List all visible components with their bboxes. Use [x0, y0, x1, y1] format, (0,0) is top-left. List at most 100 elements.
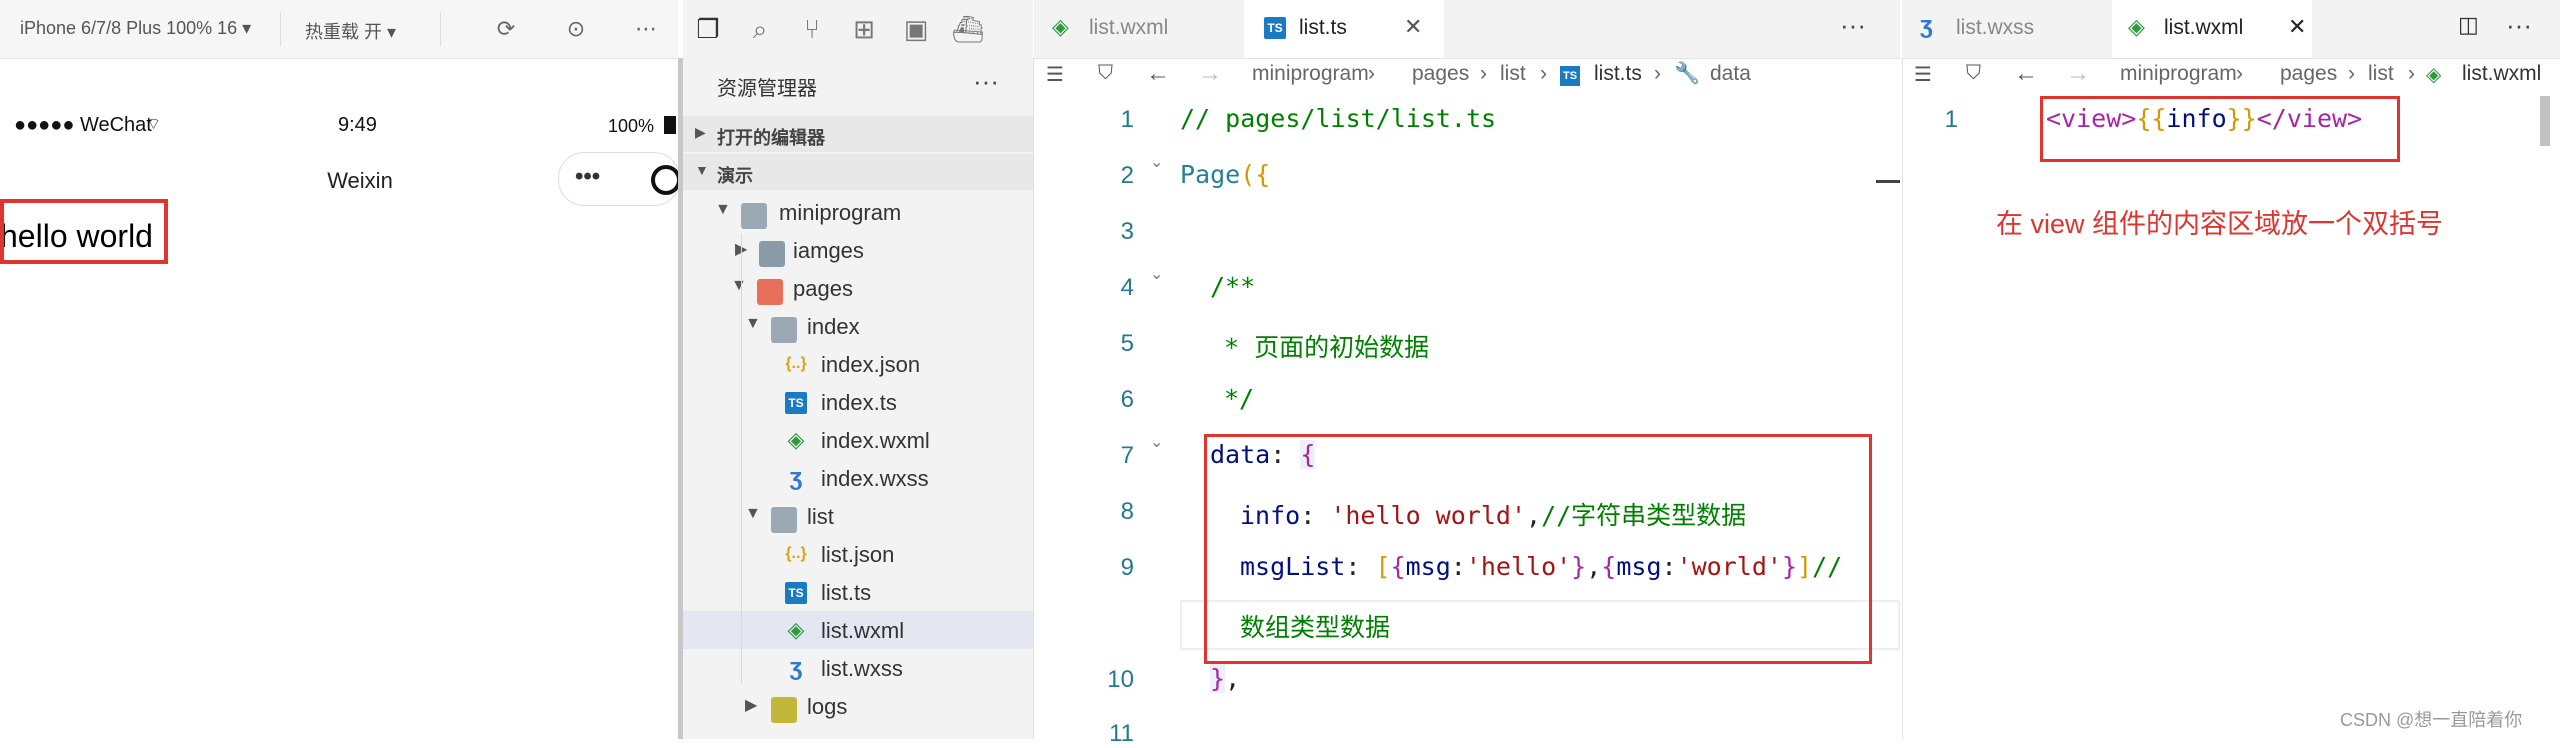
more-icon[interactable]: ⋯	[632, 15, 660, 43]
stop-icon[interactable]: ⊙	[562, 15, 590, 43]
panel-icon[interactable]: ▣	[899, 12, 933, 46]
breadcrumb-item[interactable]: list.wxml	[2462, 62, 2541, 86]
breadcrumb-separator: ›	[1540, 62, 1547, 85]
tree-file-list-json[interactable]: {..} list.json	[683, 535, 1033, 573]
explorer-more-button[interactable]: ···	[973, 66, 999, 97]
search-icon[interactable]: ⌕	[743, 12, 777, 46]
project-label: 演示	[717, 166, 753, 186]
tree-file-index-wxml[interactable]: ◈ index.wxml	[683, 421, 1033, 459]
editor-more-button[interactable]: ···	[1840, 10, 1866, 41]
bookmark-icon[interactable]: ⛉	[1966, 62, 1981, 85]
line-number: 11	[1109, 720, 1134, 747]
simulator-toolbar: iPhone 6/7/8 Plus 100% 16 ▾ 热重载 开 ▾ ⟳ ⊙ …	[0, 0, 678, 59]
wechat-capsule[interactable]: •••	[558, 152, 681, 206]
capsule-more-icon[interactable]: •••	[575, 163, 600, 191]
tree-file-index-ts[interactable]: TS index.ts	[683, 383, 1033, 421]
source-control-icon[interactable]: ⑂	[795, 12, 829, 46]
line-number: 1	[1120, 106, 1134, 133]
tree-label: iamges	[793, 238, 864, 263]
back-arrow-icon[interactable]: ←	[2014, 60, 2038, 88]
line-number: 4	[1120, 274, 1134, 301]
tree-label: list.wxml	[821, 618, 905, 643]
tree-label: index	[807, 314, 860, 339]
wxss-file-icon: ʒ	[1920, 12, 1933, 39]
folder-open-icon	[771, 507, 797, 533]
tree-folder-pages[interactable]: ▼ pages	[683, 269, 1033, 307]
hot-reload-toggle[interactable]: 热重载 开 ▾	[305, 18, 396, 44]
tab-list-ts[interactable]: TS list.ts ✕	[1244, 0, 1444, 58]
refresh-icon[interactable]: ⟳	[492, 15, 520, 43]
wxss-file-icon: ʒ	[789, 654, 803, 681]
extensions-icon[interactable]: ⊞	[847, 12, 881, 46]
breadcrumb-item[interactable]: pages	[1412, 62, 1469, 86]
forward-arrow-icon[interactable]: →	[2066, 60, 2090, 88]
toolbar-divider	[440, 12, 441, 46]
line-number-gutter: 1 2 3 4 5 6 7 8 9 10 11	[1034, 0, 1154, 747]
chevron-down-icon: ▼	[745, 315, 761, 332]
breadcrumb-separator: ›	[2408, 62, 2415, 85]
tree-file-index-wxss[interactable]: ʒ index.wxss	[683, 459, 1033, 497]
capsule-close-icon[interactable]	[651, 165, 681, 195]
editor-2-tab-bar: ʒ list.wxss ◈ list.wxml ✕ ◫ ···	[1902, 0, 2560, 59]
tab-list-wxss[interactable]: ʒ list.wxss	[1902, 0, 2102, 58]
tree-folder-miniprogram[interactable]: ▼ miniprogram	[683, 193, 1033, 231]
tree-folder-logs[interactable]: ▶ logs	[683, 687, 1033, 725]
breadcrumb-item[interactable]: data	[1710, 62, 1751, 86]
breadcrumb-item[interactable]: list.ts	[1594, 62, 1642, 86]
breadcrumb-item[interactable]: miniprogram	[1252, 62, 1369, 86]
tree-label: index.ts	[821, 390, 897, 415]
chevron-right-icon: ▶	[695, 124, 706, 140]
files-icon[interactable]: ❐	[691, 12, 725, 46]
line-number: 6	[1120, 386, 1134, 413]
close-icon[interactable]: ✕	[1404, 14, 1422, 40]
breadcrumb-item[interactable]: pages	[2280, 62, 2337, 86]
wxml-file-icon: ◈	[787, 427, 805, 452]
tree-file-index-json[interactable]: {..} index.json	[683, 345, 1033, 383]
forward-arrow-icon[interactable]: →	[1198, 60, 1222, 88]
json-file-icon: {..}	[785, 545, 807, 562]
tree-label: index.wxss	[821, 466, 929, 491]
line-number: 9	[1120, 554, 1134, 581]
close-icon[interactable]: ✕	[2288, 14, 2306, 40]
tree-folder-list[interactable]: ▼ list	[683, 497, 1033, 535]
wxss-file-icon: ʒ	[789, 464, 803, 491]
annotation-highlight-box	[1204, 434, 1872, 664]
tree-file-list-wxss[interactable]: ʒ list.wxss	[683, 649, 1033, 687]
tree-folder-iamges[interactable]: ▶ iamges	[683, 231, 1033, 269]
tab-list-wxml[interactable]: ◈ list.wxml ✕	[2112, 0, 2312, 58]
docker-icon[interactable]: ⛴	[951, 12, 985, 46]
status-battery: 100%	[608, 116, 655, 136]
breadcrumb-item[interactable]: miniprogram	[2120, 62, 2237, 86]
tab-label: list.wxss	[1956, 16, 2035, 39]
code-token: ({	[1240, 160, 1271, 189]
scrollbar-thumb[interactable]	[2540, 96, 2550, 146]
tree-folder-index[interactable]: ▼ index	[683, 307, 1033, 345]
split-editor-icon[interactable]: ◫	[2458, 12, 2479, 38]
fold-chevron-icon[interactable]: ⌄	[1150, 264, 1163, 284]
editor-more-button[interactable]: ···	[2506, 10, 2532, 41]
list-view-icon[interactable]: ☰	[1914, 62, 1932, 87]
status-time: 9:49	[338, 114, 377, 136]
tree-file-list-wxml[interactable]: ◈ list.wxml	[683, 611, 1033, 649]
tree-file-list-ts[interactable]: TS list.ts	[683, 573, 1033, 611]
fold-chevron-icon[interactable]: ⌄	[1150, 152, 1163, 172]
wxml-file-icon: ◈	[787, 617, 805, 642]
editor-1-tab-bar: ◈ list.wxml TS list.ts ✕ ···	[1034, 0, 1900, 59]
tree-label: list.json	[821, 542, 895, 567]
breadcrumb-item[interactable]: list	[2368, 62, 2394, 86]
breadcrumb-separator: ›	[1368, 62, 1375, 85]
tree-label: list.wxss	[821, 656, 903, 681]
device-selector[interactable]: iPhone 6/7/8 Plus 100% 16 ▾	[20, 18, 251, 39]
code-token: ,	[1225, 664, 1241, 693]
toolbar-divider	[280, 12, 281, 46]
line-number: 10	[1107, 666, 1134, 693]
overview-ruler-mark	[1876, 180, 1900, 183]
fold-chevron-icon[interactable]: ⌄	[1150, 432, 1163, 452]
breadcrumb-separator: ›	[1654, 62, 1661, 85]
tree-indent-guide	[741, 234, 742, 684]
open-editors-label: 打开的编辑器	[717, 128, 825, 148]
open-editors-section[interactable]: ▶ 打开的编辑器	[683, 116, 1033, 152]
project-section[interactable]: ▼ 演示	[683, 154, 1033, 190]
breadcrumb: ☰ ⛉ ← → miniprogram › pages › list › ◈ l…	[1902, 58, 2560, 94]
breadcrumb-item[interactable]: list	[1500, 62, 1526, 86]
